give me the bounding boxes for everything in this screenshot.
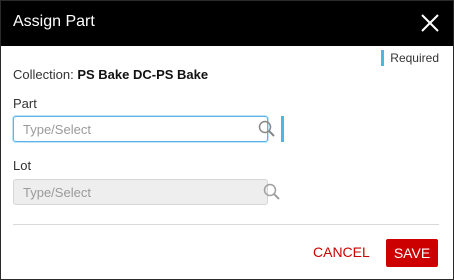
lot-input[interactable]: [13, 179, 268, 205]
search-icon: [263, 183, 280, 200]
collection-value: PS Bake DC-PS Bake: [77, 67, 209, 82]
lot-search-button[interactable]: [260, 179, 284, 205]
part-search-button[interactable]: [257, 116, 284, 142]
dialog-title: Assign Part: [13, 13, 95, 30]
lot-label: Lot: [13, 158, 32, 173]
dialog-titlebar: Assign Part: [1, 1, 453, 46]
lot-field: [13, 179, 284, 205]
part-field: [13, 116, 284, 142]
assign-part-dialog: Assign Part Required Collection: PS Bake…: [0, 0, 454, 280]
footer-divider: [13, 224, 439, 225]
collection-label: Collection:: [13, 67, 74, 82]
search-icon: [258, 120, 275, 137]
part-label: Part: [13, 96, 37, 111]
close-button[interactable]: [417, 10, 443, 36]
required-legend: Required: [381, 50, 439, 66]
save-button[interactable]: SAVE: [386, 239, 438, 267]
cancel-button[interactable]: CANCEL: [313, 244, 370, 260]
close-icon: [421, 14, 439, 32]
part-input[interactable]: [13, 116, 268, 142]
collection-info: Collection: PS Bake DC-PS Bake: [13, 67, 208, 82]
